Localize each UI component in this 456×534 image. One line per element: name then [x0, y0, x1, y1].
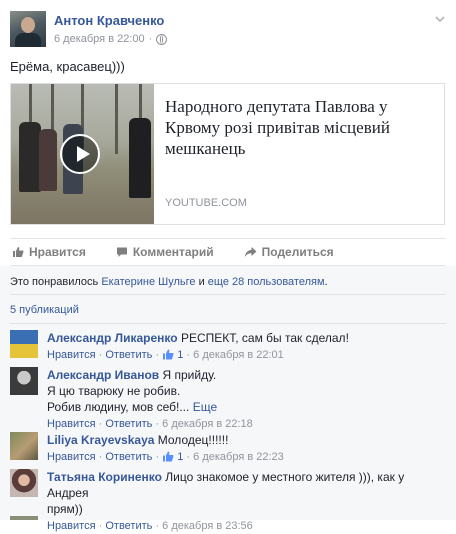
globe-icon: [156, 33, 168, 45]
comment-avatar[interactable]: [10, 367, 38, 395]
post-text: Ерёма, красавец))): [10, 59, 125, 74]
comment-text-line: Я цю тварюку не робив.: [47, 384, 181, 398]
comment-text: Молодец!!!!!!: [157, 433, 229, 447]
divider: [10, 323, 446, 324]
comment-text-line: Робив людину, мов себ!...: [47, 400, 190, 414]
comment-like-link[interactable]: Нравится: [47, 520, 96, 532]
like-label: Нравится: [29, 245, 86, 259]
divider: [10, 294, 446, 295]
link-preview[interactable]: Народного депутата Павлова у Крвому розі…: [10, 83, 445, 225]
comment-like-link[interactable]: Нравится: [47, 451, 96, 463]
comment-button[interactable]: Комментарий: [116, 245, 214, 259]
play-button[interactable]: [60, 134, 100, 174]
comment-timestamp[interactable]: 6 декабря в 22:18: [162, 418, 253, 430]
comment-text-line: прям)): [47, 502, 83, 516]
meta-separator: ·: [148, 33, 153, 45]
comment-meta: Нравится · Ответить · 1 · 6 декабря в 22…: [47, 449, 442, 467]
comment: Александр Ликаренко РЕСПЕКТ, сам бы так …: [10, 330, 446, 364]
comment-reply-link[interactable]: Ответить: [105, 451, 152, 463]
next-comment-avatar: [10, 516, 446, 520]
comment-meta: Нравится · Ответить · 6 декабря в 23:56: [47, 518, 442, 534]
comment-meta: Нравится · Ответить · 6 декабря в 22:18: [47, 416, 442, 432]
post-header: Антон Кравченко 6 декабря в 22:00 ·: [10, 11, 446, 49]
comment: Александр Иванов Я прийду. Я цю тварюку …: [10, 367, 446, 432]
meta-separator: ·: [98, 418, 103, 430]
comment-timestamp[interactable]: 6 декабря в 23:56: [162, 520, 253, 532]
comment: Татьяна Кориненко Лицо знакомое у местно…: [10, 469, 446, 532]
comment-text: РЕСПЕКТ, сам бы так сделал!: [180, 331, 349, 345]
comment-likes-count[interactable]: 1: [177, 451, 183, 463]
comment-like-link[interactable]: Нравится: [47, 418, 96, 430]
comment-avatar[interactable]: [10, 469, 38, 497]
comment-author[interactable]: Татьяна Кориненко: [47, 470, 162, 484]
thumbs-up-icon: [162, 451, 174, 467]
comment-likes-count[interactable]: 1: [177, 349, 183, 361]
like-button[interactable]: Нравится: [12, 245, 86, 259]
thumbs-up-icon: [12, 246, 24, 258]
share-icon: [244, 246, 257, 258]
comment-avatar[interactable]: [10, 432, 38, 460]
comment: Liliya Krayevskaya Молодец!!!!!! Нравитс…: [10, 432, 446, 466]
video-thumbnail[interactable]: [11, 84, 154, 224]
comment-text: Я прийду.: [162, 368, 217, 382]
meta-separator: ·: [155, 520, 160, 532]
comment-avatar[interactable]: [10, 330, 38, 358]
meta-separator: ·: [155, 349, 160, 361]
feedback-section: Это понравилось Екатерине Шульге и еще 2…: [0, 266, 456, 532]
comment-label: Комментарий: [132, 245, 214, 259]
comment-reply-link[interactable]: Ответить: [105, 418, 152, 430]
post-actions: Нравится Комментарий Поделиться: [10, 238, 446, 266]
comment-author[interactable]: Александр Иванов: [47, 368, 159, 382]
author-avatar[interactable]: [10, 11, 46, 47]
meta-separator: ·: [98, 349, 103, 361]
meta-separator: ·: [98, 451, 103, 463]
meta-separator: ·: [155, 451, 160, 463]
post-meta: 6 декабря в 22:00 ·: [54, 33, 168, 45]
likes-summary: Это понравилось Екатерине Шульге и еще 2…: [10, 276, 328, 288]
comment-like-link[interactable]: Нравится: [47, 349, 96, 361]
share-label: Поделиться: [261, 245, 334, 259]
comment-avatar[interactable]: [10, 516, 38, 520]
post-timestamp[interactable]: 6 декабря в 22:00: [54, 33, 145, 45]
comment-meta: Нравится · Ответить · 1 · 6 декабря в 22…: [47, 347, 442, 365]
likes-suffix: .: [324, 276, 328, 288]
liker-link[interactable]: Екатерине Шульге: [101, 276, 195, 288]
shares-link[interactable]: 5 публикаций: [10, 304, 79, 316]
comment-reply-link[interactable]: Ответить: [105, 520, 152, 532]
comment-author[interactable]: Liliya Krayevskaya: [47, 433, 154, 447]
meta-separator: ·: [155, 418, 160, 430]
thumbs-up-icon: [162, 349, 174, 365]
meta-separator: ·: [186, 451, 191, 463]
link-title[interactable]: Народного депутата Павлова у Крвому розі…: [165, 96, 435, 159]
comment-reply-link[interactable]: Ответить: [105, 349, 152, 361]
comment-timestamp[interactable]: 6 декабря в 22:01: [193, 349, 284, 361]
comment-author[interactable]: Александр Ликаренко: [47, 331, 178, 345]
author-name[interactable]: Антон Кравченко: [54, 13, 164, 28]
likes-prefix: Это понравилось: [10, 276, 99, 288]
chevron-down-icon[interactable]: [434, 13, 446, 25]
link-domain: YOUTUBE.COM: [165, 197, 247, 209]
meta-separator: ·: [186, 349, 191, 361]
comment-icon: [116, 246, 128, 258]
share-button[interactable]: Поделиться: [244, 245, 334, 259]
other-likers-link[interactable]: еще 28 пользователям: [208, 276, 325, 288]
meta-separator: ·: [98, 520, 103, 532]
likes-and: и: [198, 276, 205, 288]
see-more-link[interactable]: Еще: [193, 400, 217, 414]
comment-timestamp[interactable]: 6 декабря в 22:23: [193, 451, 284, 463]
